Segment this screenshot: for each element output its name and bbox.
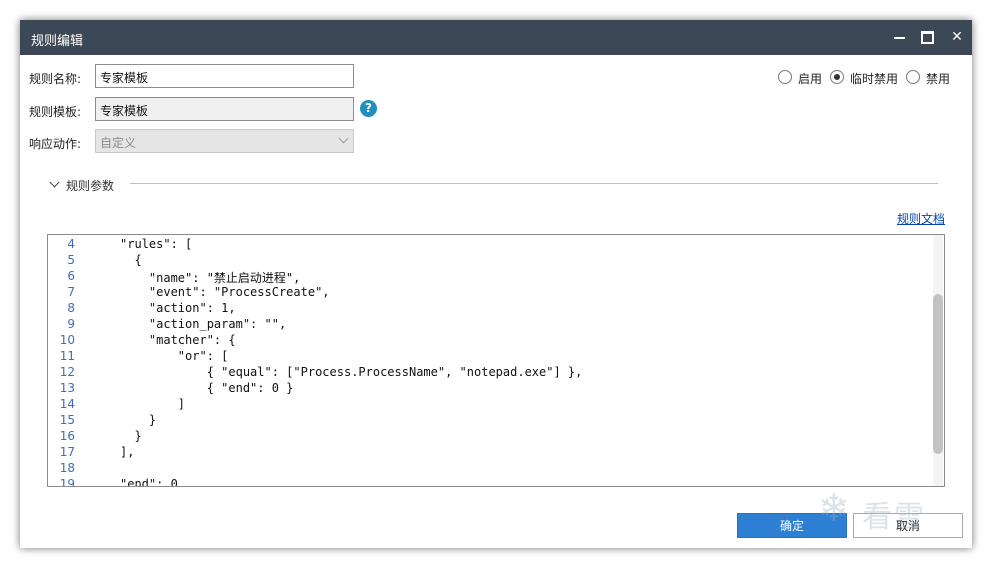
code-text: ]	[120, 397, 186, 411]
code-line: 16 }	[48, 429, 928, 445]
watermark-logo: ❄ 看雪	[818, 482, 968, 542]
watermark-text: 看雪	[862, 500, 926, 535]
code-line: 18	[48, 461, 928, 477]
code-line: 13 { "end": 0 }	[48, 381, 928, 397]
section-divider	[130, 183, 938, 184]
rule-template-field: 专家模板	[95, 97, 354, 121]
code-line: 11 "or": [	[48, 349, 928, 365]
code-text: "end": 0	[120, 477, 178, 487]
code-text: "rules": [	[120, 237, 193, 251]
title-bar: 规则编辑 ✕	[20, 20, 972, 55]
line-number: 7	[67, 285, 75, 299]
code-line: 19 "end": 0	[48, 477, 928, 487]
radio-enable-dot[interactable]	[778, 70, 792, 84]
radio-temp-disable-dot[interactable]	[830, 70, 844, 84]
line-number: 9	[67, 317, 75, 331]
response-action-label: 响应动作:	[29, 137, 82, 151]
response-action-select[interactable]: 自定义	[95, 129, 354, 153]
radio-disable-dot[interactable]	[906, 70, 920, 84]
code-line: 7 "event": "ProcessCreate",	[48, 285, 928, 301]
code-text: "event": "ProcessCreate",	[120, 285, 330, 299]
code-text: }	[120, 413, 157, 427]
code-line: 8 "action": 1,	[48, 301, 928, 317]
radio-disable-label: 禁用	[926, 72, 951, 86]
line-number: 16	[59, 429, 75, 443]
line-number: 15	[59, 413, 75, 427]
rule-name-label: 规则名称:	[29, 72, 82, 86]
line-number: 11	[59, 349, 75, 363]
code-line: 5 {	[48, 253, 928, 269]
snowflake-icon: ❄	[818, 486, 850, 530]
minimize-icon[interactable]	[892, 29, 908, 45]
rule-params-title: 规则参数	[66, 179, 115, 193]
chevron-down-icon	[338, 133, 349, 144]
code-text: { "end": 0 }	[120, 381, 294, 395]
code-text: "name": "禁止启动进程",	[120, 271, 301, 285]
scrollbar-thumb[interactable]	[933, 294, 943, 454]
code-editor[interactable]: 19 "end": 0 18 17], 16 } 15 } 14 ] 13 { "end": …	[47, 234, 945, 487]
rule-doc-link[interactable]: 规则文档	[897, 210, 945, 227]
code-text: }	[120, 429, 142, 443]
code-text: "action": 1,	[120, 301, 236, 315]
line-number: 13	[59, 381, 75, 395]
line-number: 18	[59, 461, 75, 475]
code-text: "matcher": {	[120, 333, 236, 347]
code-line: 6 "name": "禁止启动进程",	[48, 269, 928, 285]
code-line: 9 "action_param": "",	[48, 317, 928, 333]
line-number: 4	[67, 237, 75, 251]
window-title: 规则编辑	[31, 34, 84, 49]
chevron-down-icon	[49, 177, 60, 188]
editor-scrollbar[interactable]	[933, 235, 943, 486]
code-line: 17],	[48, 445, 928, 461]
line-number: 17	[59, 445, 75, 459]
line-number: 19	[59, 477, 75, 487]
line-number: 6	[67, 269, 75, 283]
code-line: 14 ]	[48, 397, 928, 413]
line-number: 14	[59, 397, 75, 411]
code-line: 10 "matcher": {	[48, 333, 928, 349]
maximize-icon[interactable]	[920, 29, 936, 45]
code-text: "or": [	[120, 349, 229, 363]
code-line: 15 }	[48, 413, 928, 429]
radio-enable-label: 启用	[798, 72, 823, 86]
response-action-value: 自定义	[100, 136, 137, 150]
code-line: 4 "rules": [	[48, 237, 928, 253]
code-text: "action_param": "",	[120, 317, 287, 331]
radio-temp-disable-label: 临时禁用	[850, 72, 899, 86]
code-line: 12 { "equal": ["Process.ProcessName", "n…	[48, 365, 928, 381]
close-icon[interactable]: ✕	[949, 29, 965, 45]
line-number: 8	[67, 301, 75, 315]
rule-name-input[interactable]: 专家模板	[95, 64, 354, 88]
code-text: ],	[120, 445, 135, 459]
line-number: 5	[67, 253, 75, 267]
rule-edit-dialog: 规则编辑 ✕ 规则名称: 专家模板 规则模板: 专家模板 ? 响应动作: 自定义…	[20, 20, 972, 548]
help-icon[interactable]: ?	[360, 100, 377, 117]
line-number: 10	[59, 333, 75, 347]
code-text: {	[120, 253, 142, 267]
code-text: { "equal": ["Process.ProcessName", "note…	[120, 365, 583, 379]
rule-template-label: 规则模板:	[29, 105, 82, 119]
line-number: 12	[59, 365, 75, 379]
